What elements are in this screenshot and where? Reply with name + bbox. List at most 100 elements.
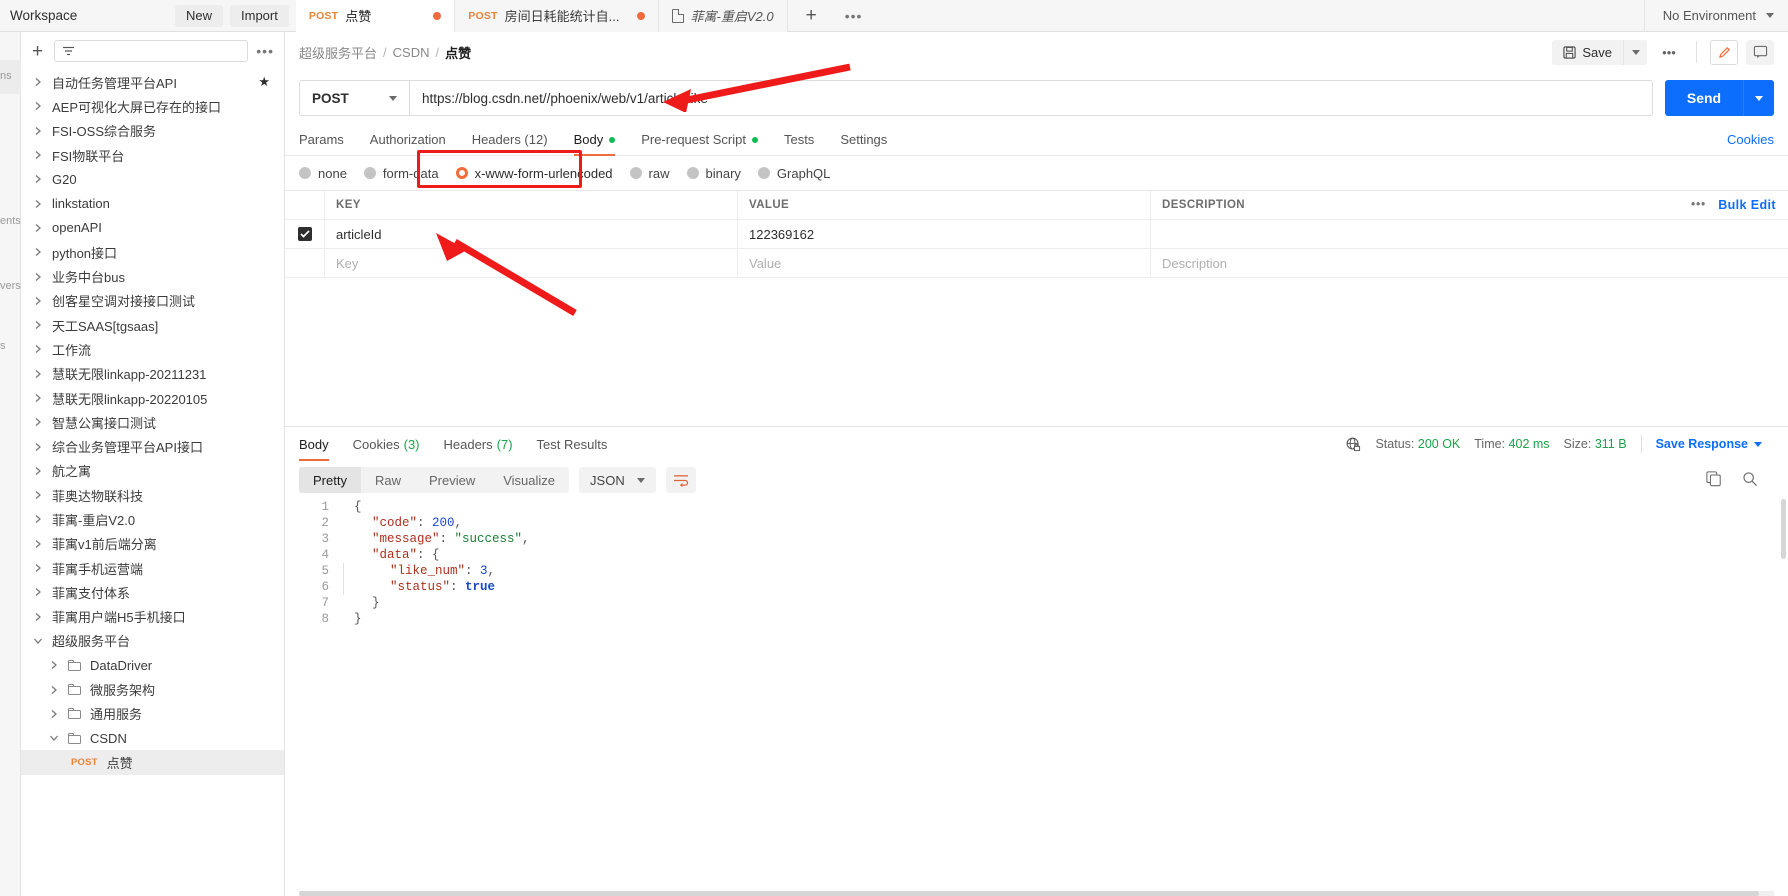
body-type-GraphQL[interactable]: GraphQL [757, 166, 830, 181]
body-type-raw[interactable]: raw [629, 166, 670, 181]
view-mode-visualize[interactable]: Visualize [489, 467, 569, 493]
body-type-x-www-form-urlencoded[interactable]: x-www-form-urlencoded [455, 166, 613, 181]
request-tab-settings[interactable]: Settings [827, 124, 900, 156]
edit-button[interactable] [1710, 39, 1738, 65]
sidebar-item-28[interactable]: POST 点赞 [21, 750, 284, 775]
sidebar-item-6[interactable]: openAPI [21, 216, 284, 240]
sidebar-item-24[interactable]: DataDriver [21, 653, 284, 677]
request-tab-params[interactable]: Params [299, 124, 357, 156]
sidebar-item-16[interactable]: 航之寓 [21, 459, 284, 483]
environment-selector[interactable]: No Environment [1643, 0, 1788, 32]
send-button[interactable]: Send [1665, 80, 1743, 116]
sidebar-item-2[interactable]: FSI-OSS综合服务 [21, 119, 284, 143]
request-tab-2[interactable]: POST 房间日耗能统计自... [455, 0, 659, 32]
chevron-right-icon[interactable] [33, 417, 43, 427]
chevron-right-icon[interactable] [33, 247, 43, 257]
placeholder-value[interactable]: Value [738, 249, 1151, 277]
view-mode-preview[interactable]: Preview [415, 467, 489, 493]
response-tab-headers[interactable]: Headers (7) [432, 427, 525, 461]
response-tab-test-results[interactable]: Test Results [525, 427, 620, 461]
save-options-button[interactable] [1623, 39, 1647, 65]
body-type-binary[interactable]: binary [686, 166, 741, 181]
search-button[interactable] [1742, 471, 1758, 490]
sidebar-item-25[interactable]: 微服务架构 [21, 677, 284, 701]
chevron-down-icon[interactable] [49, 734, 59, 742]
chevron-right-icon[interactable] [49, 660, 59, 670]
sidebar-more-button[interactable]: ••• [256, 43, 274, 59]
request-tab-tests[interactable]: Tests [771, 124, 827, 156]
chevron-right-icon[interactable] [33, 369, 43, 379]
chevron-right-icon[interactable] [33, 126, 43, 136]
breadcrumb-item-1[interactable]: CSDN [393, 45, 430, 60]
request-tab-pre-request-script[interactable]: Pre-request Script [628, 124, 771, 156]
cookies-link[interactable]: Cookies [1727, 132, 1774, 147]
format-selector[interactable]: JSON [579, 467, 656, 493]
sidebar-item-9[interactable]: 创客星空调对接接口测试 [21, 289, 284, 313]
request-tab-1[interactable]: POST 点赞 [295, 0, 456, 32]
save-response-button[interactable]: Save Response [1656, 437, 1762, 451]
chevron-right-icon[interactable] [33, 101, 43, 111]
response-scrollbar[interactable] [1781, 499, 1786, 559]
import-button[interactable]: Import [230, 4, 289, 27]
sidebar-item-20[interactable]: 菲寓手机运营端 [21, 556, 284, 580]
placeholder-checkbox-cell[interactable] [285, 249, 325, 277]
chevron-right-icon[interactable] [33, 442, 43, 452]
sidebar-item-14[interactable]: 智慧公寓接口测试 [21, 410, 284, 434]
sidebar-item-21[interactable]: 菲寓支付体系 [21, 580, 284, 604]
sidebar-item-0[interactable]: 自动任务管理平台API ★ [21, 70, 284, 94]
request-tab-authorization[interactable]: Authorization [357, 124, 459, 156]
sidebar-item-19[interactable]: 菲寓v1前后端分离 [21, 532, 284, 556]
sidebar-item-4[interactable]: G20 [21, 167, 284, 191]
sidebar-item-18[interactable]: 菲寓-重启V2.0 [21, 507, 284, 531]
wrap-lines-button[interactable] [665, 467, 696, 493]
chevron-right-icon[interactable] [33, 612, 43, 622]
comment-button[interactable] [1746, 39, 1774, 65]
view-mode-pretty[interactable]: Pretty [299, 467, 361, 493]
sidebar-filter[interactable] [54, 40, 249, 62]
chevron-right-icon[interactable] [33, 296, 43, 306]
response-horizontal-scrollbar[interactable] [299, 891, 1774, 896]
sidebar-item-12[interactable]: 慧联无限linkapp-20211231 [21, 362, 284, 386]
chevron-right-icon[interactable] [33, 490, 43, 500]
sidebar-item-1[interactable]: AEP可视化大屏已存在的接口 [21, 94, 284, 118]
row-value[interactable]: 122369162 [738, 220, 1151, 248]
new-tab-button[interactable]: + [788, 0, 835, 32]
chevron-right-icon[interactable] [49, 709, 59, 719]
chevron-right-icon[interactable] [33, 272, 43, 282]
sidebar-item-11[interactable]: 工作流 [21, 337, 284, 361]
chevron-right-icon[interactable] [33, 174, 43, 184]
method-selector[interactable]: POST [299, 80, 409, 116]
sidebar-item-7[interactable]: python接口 [21, 240, 284, 264]
request-tab-body[interactable]: Body [561, 124, 629, 156]
chevron-right-icon[interactable] [33, 223, 43, 233]
checkbox-checked-icon[interactable] [297, 227, 312, 241]
chevron-right-icon[interactable] [33, 587, 43, 597]
breadcrumb-item-0[interactable]: 超级服务平台 [299, 43, 377, 62]
chevron-right-icon[interactable] [33, 320, 43, 330]
sidebar-item-17[interactable]: 菲奥达物联科技 [21, 483, 284, 507]
placeholder-key[interactable]: Key [325, 249, 738, 277]
sidebar-item-27[interactable]: CSDN [21, 726, 284, 750]
rail-item-collections[interactable]: ns [0, 70, 12, 82]
rail-item-servers[interactable]: vers [0, 280, 21, 292]
response-tab-body[interactable]: Body [299, 427, 341, 461]
chevron-right-icon[interactable] [33, 77, 43, 87]
chevron-right-icon[interactable] [33, 199, 43, 209]
sidebar-item-22[interactable]: 菲寓用户端H5手机接口 [21, 605, 284, 629]
rail-item-environments[interactable]: ents [0, 215, 21, 227]
rail-item-history[interactable]: s [0, 340, 6, 352]
request-tab-3[interactable]: 菲寓-重启V2.0 [658, 0, 788, 32]
table-more-button[interactable]: ••• [1691, 199, 1706, 211]
sidebar-item-8[interactable]: 业务中台bus [21, 264, 284, 288]
sidebar-item-15[interactable]: 综合业务管理平台API接口 [21, 434, 284, 458]
save-button[interactable]: Save [1552, 39, 1623, 65]
row-checkbox-cell[interactable] [285, 220, 325, 248]
sidebar-item-5[interactable]: linkstation [21, 191, 284, 215]
body-type-form-data[interactable]: form-data [363, 166, 439, 181]
body-type-none[interactable]: none [299, 166, 347, 181]
chevron-right-icon[interactable] [49, 685, 59, 695]
view-mode-raw[interactable]: Raw [361, 467, 415, 493]
row-description[interactable] [1151, 220, 1788, 248]
chevron-down-icon[interactable] [33, 637, 43, 645]
placeholder-description[interactable]: Description [1151, 249, 1788, 277]
